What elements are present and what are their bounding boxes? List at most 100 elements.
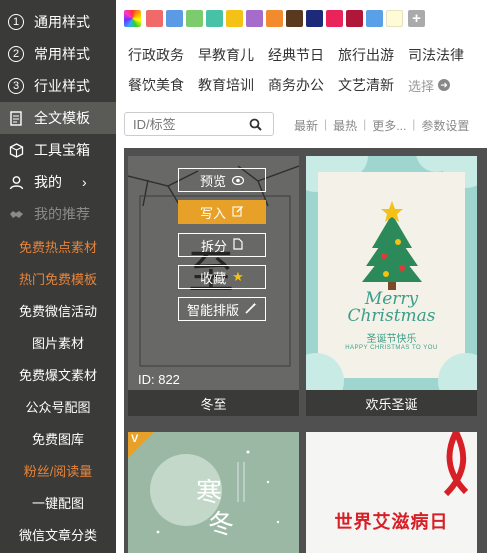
sidebar-link-account-image[interactable]: 公众号配图 [0, 390, 116, 422]
card-char-2: 冬 [208, 510, 235, 540]
sidebar-link-image-material[interactable]: 图片素材 [0, 326, 116, 358]
category-item[interactable]: 司法法律 [408, 45, 464, 65]
christmas-tree-illustration [306, 156, 477, 390]
template-card-cold-winter[interactable]: V 寒 冬 [128, 432, 299, 553]
sidebar-item-label: 工具宝箱 [34, 142, 90, 158]
divider: | [324, 117, 328, 131]
favorite-label: 收藏 [200, 270, 227, 286]
sidebar-item-mine[interactable]: 我的 › [0, 166, 116, 198]
template-title: 欢乐圣诞 [306, 390, 477, 416]
favorite-button[interactable]: 收藏 ★ [178, 265, 266, 289]
search-icon[interactable] [245, 118, 265, 131]
smart-layout-label: 智能排版 [186, 302, 239, 318]
color-swatch[interactable] [166, 10, 183, 27]
sidebar-link-viral-material[interactable]: 免费爆文素材 [0, 358, 116, 390]
param-settings[interactable]: 参数设置 [421, 117, 469, 134]
sidebar-item-label: 我的 [34, 174, 62, 190]
color-filter-bar: + [124, 10, 425, 27]
sidebar-item-toolbox[interactable]: 工具宝箱 [0, 134, 116, 166]
sidebar-link-fans[interactable]: 粉丝/阅读量 [0, 454, 116, 486]
user-icon [8, 174, 24, 190]
template-card-christmas[interactable]: Merry Christmas 圣诞节快乐 HAPPY CHRISTMAS TO… [306, 156, 477, 416]
sidebar-item-industry[interactable]: 3 行业样式 [0, 70, 116, 102]
sort-hottest[interactable]: 最热 [333, 117, 357, 134]
template-grid: 至 预览 写入 拆分 收藏 ★ [124, 148, 487, 553]
preview-label: 预览 [199, 173, 226, 189]
card-en-subtitle: HAPPY CHRISTMAS TO YOU [345, 345, 438, 351]
template-thumbnail: 世界艾滋病日 [306, 432, 477, 553]
color-swatch[interactable] [326, 10, 343, 27]
chevron-right-icon: › [82, 174, 87, 190]
edit-icon [232, 205, 244, 220]
number-badge: 1 [8, 14, 24, 30]
category-item[interactable]: 商务办公 [268, 75, 324, 95]
handshake-icon [8, 206, 24, 222]
category-list: 行政政务 早教育儿 经典节日 旅行出游 司法法律 餐饮美食 教育培训 商务办公 文艺清新 选择 ➜ [128, 40, 483, 100]
arrow-right-icon: ➜ [438, 79, 451, 91]
category-item[interactable]: 早教育儿 [198, 45, 254, 65]
color-swatch[interactable] [386, 10, 403, 27]
sidebar-link-hot-template[interactable]: 热门免费模板 [0, 262, 116, 294]
sidebar-link-one-click-image[interactable]: 一键配图 [0, 486, 116, 518]
color-swatch-all[interactable] [124, 10, 141, 27]
template-card-winter-solstice[interactable]: 至 预览 写入 拆分 收藏 ★ [128, 156, 299, 416]
card-headline: 世界艾滋病日 [334, 512, 449, 532]
template-title: 冬至 [128, 390, 299, 416]
template-card-aids-day[interactable]: 世界艾滋病日 [306, 432, 477, 553]
sort-more[interactable]: 更多... [372, 117, 406, 134]
sidebar-item-label: 行业样式 [34, 78, 90, 94]
category-item[interactable]: 餐饮美食 [128, 75, 184, 95]
eye-icon [231, 173, 245, 188]
sidebar-item-common[interactable]: 2 常用样式 [0, 38, 116, 70]
card-cn-subtitle: 圣诞节快乐 [366, 334, 417, 345]
template-thumbnail: Merry Christmas 圣诞节快乐 HAPPY CHRISTMAS TO… [306, 156, 477, 390]
category-item[interactable]: 教育培训 [198, 75, 254, 95]
star-icon: ★ [232, 269, 244, 284]
sidebar-link-hot-material[interactable]: 免费热点素材 [0, 230, 116, 262]
sidebar-link-wechat-activity[interactable]: 免费微信活动 [0, 294, 116, 326]
document-icon [8, 110, 24, 126]
red-ribbon-illustration [306, 432, 477, 553]
sort-newest[interactable]: 最新 [294, 117, 318, 134]
split-button[interactable]: 拆分 [178, 233, 266, 257]
color-swatch[interactable] [246, 10, 263, 27]
color-swatch[interactable] [346, 10, 363, 27]
split-label: 拆分 [200, 238, 227, 254]
add-color-icon[interactable]: + [408, 10, 425, 27]
smart-layout-button[interactable]: 智能排版 [178, 297, 266, 321]
sidebar-link-free-gallery[interactable]: 免费图库 [0, 422, 116, 454]
number-badge: 2 [8, 46, 24, 62]
sidebar-link-article-category[interactable]: 微信文章分类 [0, 518, 116, 550]
category-item[interactable]: 经典节日 [268, 45, 324, 65]
search-input[interactable] [125, 116, 245, 132]
color-swatch[interactable] [206, 10, 223, 27]
color-swatch[interactable] [306, 10, 323, 27]
category-item[interactable]: 文艺清新 [338, 75, 394, 95]
cube-icon [8, 142, 24, 158]
divider: | [412, 117, 416, 131]
color-swatch[interactable] [146, 10, 163, 27]
color-swatch[interactable] [226, 10, 243, 27]
sidebar-item-general[interactable]: 1 通用样式 [0, 6, 116, 38]
sidebar-item-recommend[interactable]: 我的推荐 [0, 198, 116, 230]
search-box [124, 112, 274, 136]
color-swatch[interactable] [286, 10, 303, 27]
color-swatch[interactable] [186, 10, 203, 27]
category-select-more[interactable]: 选择 ➜ [408, 76, 451, 95]
template-panel: + 行政政务 早教育儿 经典节日 旅行出游 司法法律 餐饮美食 教育培训 商务办公 文艺清新选… [116, 0, 487, 553]
sidebar-item-full-template[interactable]: 全文模板 [0, 102, 116, 134]
color-swatch[interactable] [266, 10, 283, 27]
preview-button[interactable]: 预览 [178, 168, 266, 192]
sidebar: 1 通用样式 2 常用样式 3 行业样式 全文模板 工具宝箱 我的 › 我的推荐… [0, 0, 116, 553]
card-char-1: 寒 [196, 478, 223, 508]
divider: | [363, 117, 367, 131]
template-thumbnail: V 寒 冬 [128, 432, 299, 553]
template-id: ID: 822 [138, 372, 180, 387]
write-button[interactable]: 写入 [178, 200, 266, 224]
color-swatch[interactable] [366, 10, 383, 27]
sidebar-item-label: 我的推荐 [34, 206, 90, 222]
template-hover-overlay: 预览 写入 拆分 收藏 ★ 智能排版 ID: 822 [128, 156, 299, 390]
category-item[interactable]: 旅行出游 [338, 45, 394, 65]
category-item[interactable]: 行政政务 [128, 45, 184, 65]
card-script-2: Christmas [347, 306, 436, 326]
